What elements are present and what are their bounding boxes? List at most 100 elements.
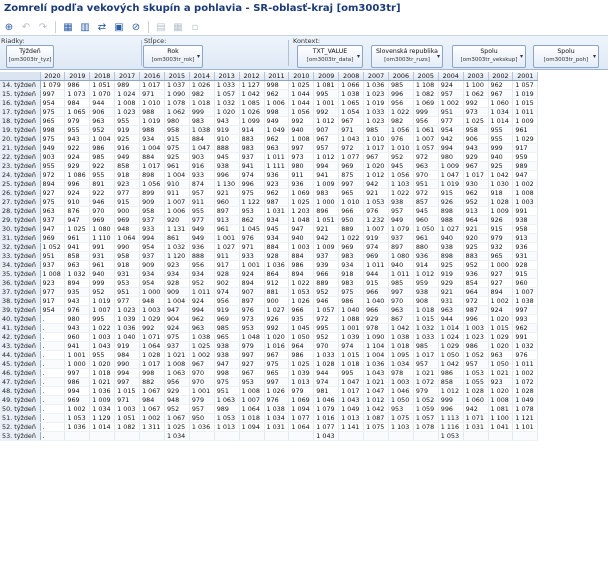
table-cell[interactable]: 1 017 [463,170,489,181]
table-cell[interactable]: 931 [89,251,116,262]
table-cell[interactable]: 1 023 [114,305,141,316]
table-cell[interactable]: 998 [40,125,66,136]
table-cell[interactable]: 930 [463,179,489,190]
table-cell[interactable]: 1 311 [139,422,165,433]
table-cell[interactable]: 1 021 [488,368,514,379]
table-cell[interactable]: 884 [139,152,165,163]
table-cell[interactable]: 907 [313,125,340,136]
table-cell[interactable]: 952 [313,332,340,343]
table-cell[interactable]: 919 [114,341,141,352]
table-cell[interactable]: 971 [338,125,365,136]
table-cell[interactable]: 974 [239,170,265,181]
table-cell[interactable]: 995 [313,89,340,100]
table-cell[interactable]: 1 057 [413,143,439,154]
table-cell[interactable]: 1 037 [164,80,190,91]
table-cell[interactable]: 1 057 [512,80,539,91]
table-cell[interactable]: 904 [164,314,190,325]
table-cell[interactable]: 1 036 [114,323,141,334]
table-cell[interactable]: 959 [512,152,539,163]
row-header[interactable]: 50. týždeň [0,404,41,415]
table-cell[interactable]: 965 [338,188,365,199]
table-cell[interactable]: 983 [239,143,265,154]
table-cell[interactable]: 1 043 [338,134,365,145]
table-cell[interactable]: 1 017 [338,386,365,397]
table-cell[interactable]: 999 [89,278,116,289]
table-cell[interactable]: 1 020 [488,386,514,397]
table-cell[interactable]: 915 [363,278,389,289]
table-cell[interactable]: 955 [89,350,116,361]
table-cell[interactable]: 1 051 [114,413,141,424]
table-cell[interactable]: 952 [463,260,489,271]
table-cell[interactable]: 1 085 [239,98,265,109]
table-cell[interactable]: 928 [512,260,539,271]
table-cell[interactable]: 929 [463,152,489,163]
table-cell[interactable]: 1 023 [363,89,389,100]
column-header[interactable]: 2010 [288,72,315,82]
table-cell[interactable]: 994 [64,386,91,397]
table-cell[interactable]: 1 014 [438,323,464,334]
table-cell[interactable]: 924 [189,296,215,307]
table-cell[interactable]: 1 232 [363,215,389,226]
table-cell[interactable]: 951 [40,251,66,262]
table-cell[interactable]: 1 049 [512,395,539,406]
column-header[interactable]: 2017 [114,72,141,82]
table-cell[interactable]: 1 027 [214,242,240,253]
table-cell[interactable]: 911 [288,170,315,181]
table-cell[interactable]: 1 025 [463,116,489,127]
table-cell[interactable]: 1 078 [413,422,439,433]
table-cell[interactable]: 1 022 [388,107,414,118]
table-cell[interactable]: 880 [413,242,439,253]
row-header[interactable]: 21. týždeň [0,143,41,154]
table-cell[interactable]: 1 081 [313,80,340,91]
table-cell[interactable]: 991 [512,332,539,343]
table-cell[interactable]: 918 [338,269,365,280]
table-cell[interactable]: 857 [413,197,439,208]
table-cell[interactable]: 957 [189,404,215,415]
row-header[interactable]: 20. týždeň [0,134,41,145]
table-cell[interactable]: 992 [139,323,165,334]
table-cell[interactable]: 996 [463,314,489,325]
table-cell[interactable]: 1 047 [189,143,215,154]
table-cell[interactable]: 993 [512,314,539,325]
table-cell[interactable]: 1 002 [64,404,91,415]
table-cell[interactable]: 923 [40,278,66,289]
table-cell[interactable] [413,431,439,442]
table-cell[interactable] [512,431,539,442]
table-cell[interactable]: 1 019 [438,179,464,190]
table-cell[interactable]: 957 [189,188,215,199]
table-cell[interactable]: 937 [139,251,165,262]
table-cell[interactable]: 1 053 [64,413,91,424]
table-cell[interactable]: 858 [114,161,141,172]
column-header[interactable]: 2012 [239,72,265,82]
table-cell[interactable]: 953 [239,206,265,217]
table-cell[interactable]: 917 [40,296,66,307]
table-cell[interactable]: 927 [488,269,514,280]
table-cell[interactable]: 998 [264,80,290,91]
column-header[interactable]: 2018 [89,72,116,82]
table-cell[interactable]: 931 [512,251,539,262]
row-header[interactable]: 17. týždeň [0,107,41,118]
table-cell[interactable]: 1 014 [488,116,514,127]
table-cell[interactable]: 976 [239,305,265,316]
table-cell[interactable]: . [40,404,66,415]
table-cell[interactable]: 894 [40,179,66,190]
table-cell[interactable]: 922 [89,161,116,172]
table-cell[interactable]: 1 053 [288,287,315,298]
table-cell[interactable]: 952 [189,278,215,289]
table-view-icon[interactable]: ▦ [61,20,75,34]
table-cell[interactable]: 1 045 [288,323,315,334]
table-cell[interactable]: 1 032 [214,98,240,109]
table-cell[interactable]: 952 [89,125,116,136]
table-cell[interactable]: 928 [214,269,240,280]
table-cell[interactable]: 1 077 [313,422,340,433]
row-header[interactable]: 42. týždeň [0,332,41,343]
table-cell[interactable]: 916 [189,161,215,172]
table-cell[interactable]: . [40,377,66,388]
table-cell[interactable]: 937 [239,152,265,163]
table-cell[interactable]: 1 067 [139,386,165,397]
table-cell[interactable]: 862 [239,215,265,226]
table-cell[interactable]: 923 [264,179,290,190]
table-cell[interactable]: 997 [40,89,66,100]
table-cell[interactable]: 927 [40,188,66,199]
table-cell[interactable]: 915 [512,269,539,280]
